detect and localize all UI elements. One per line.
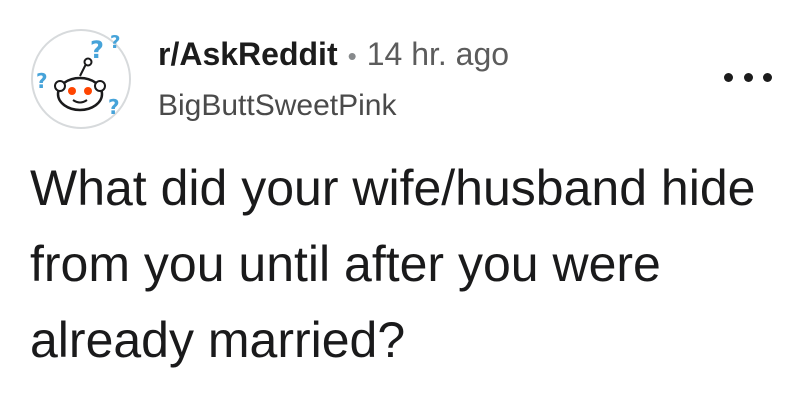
svg-text:?: ?: [110, 32, 120, 53]
more-options-icon: [724, 72, 733, 82]
more-options-icon: [743, 72, 753, 82]
svg-text:?: ?: [90, 36, 104, 64]
post-title[interactable]: What did your wife/husband hide from you…: [30, 150, 790, 378]
more-options-icon: [763, 72, 772, 82]
meta-line: r/AskReddit • 14 hr. ago: [158, 36, 509, 74]
meta-separator: •: [347, 41, 357, 71]
svg-text:?: ?: [36, 69, 48, 93]
askreddit-snoo-icon: ? ? ? ?: [31, 29, 131, 129]
post-timestamp: 14 hr. ago: [366, 36, 510, 72]
subreddit-avatar[interactable]: ? ? ? ?: [28, 28, 134, 130]
more-options-button[interactable]: [724, 62, 772, 92]
post-meta: r/AskReddit • 14 hr. ago BigButtSweetPin…: [158, 36, 509, 124]
author-username[interactable]: BigButtSweetPink: [158, 88, 509, 124]
post-card: ? ? ? ? r/AskReddit • 14 hr. ago BigButt…: [0, 0, 800, 402]
subreddit-link[interactable]: r/AskReddit: [158, 36, 338, 72]
svg-text:?: ?: [108, 95, 120, 119]
